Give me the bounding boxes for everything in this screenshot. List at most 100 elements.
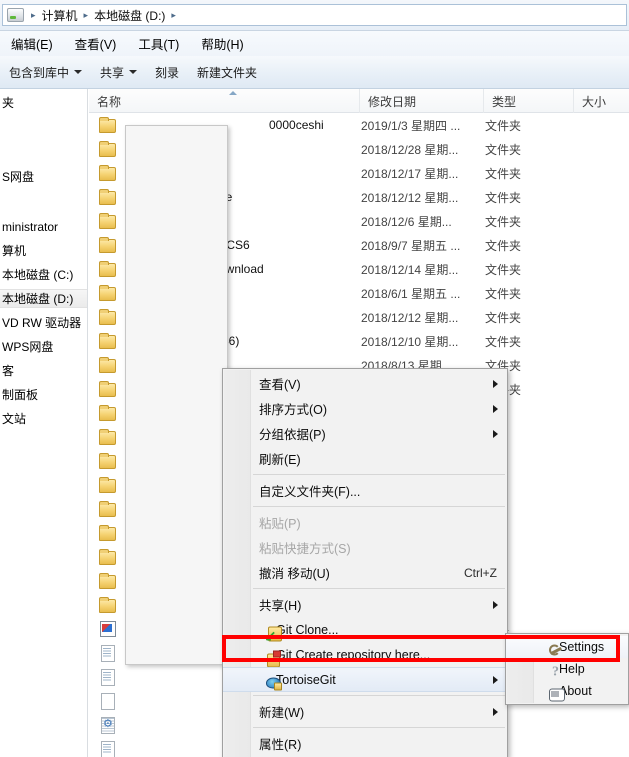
context-menu-item-14[interactable]: TortoiseGit [223, 667, 507, 692]
nav-item-label: S网盘 [2, 170, 35, 184]
file-type: 文件夹 [485, 334, 522, 349]
chevron-right-icon [493, 379, 498, 388]
nav-item-label: 文站 [2, 412, 27, 426]
toolbar-include-in-library[interactable]: 包含到库中 [0, 61, 91, 84]
nav-item-5[interactable]: 本地磁盘 (D:) [0, 289, 87, 308]
context-menu-item-11[interactable]: 共享(H) [223, 592, 507, 617]
toolbar-include-in-library-label: 包含到库中 [9, 65, 70, 80]
file-date-modified: 2018/12/6 星期... [361, 214, 452, 229]
file-type: 文件夹 [485, 286, 522, 301]
file-date-modified: 2019/1/3 星期四 ... [361, 118, 461, 133]
chevron-right-icon [493, 675, 498, 684]
context-menu-item-5[interactable]: 自定义文件夹(F)... [223, 478, 507, 503]
file-date-modified: 2018/12/10 星期... [361, 334, 459, 349]
context-menu-item-label: 查看(V) [259, 378, 301, 392]
doc-icon [99, 668, 117, 686]
column-header-label: 类型 [492, 94, 517, 109]
nav-item-9[interactable]: 制面板 [0, 385, 87, 404]
folder-icon [99, 308, 117, 326]
menu-tools[interactable]: 工具(T) [127, 32, 190, 55]
doc-icon [99, 644, 117, 662]
context-menu-item-2[interactable]: 分组依据(P) [223, 421, 507, 446]
submenu-item-about[interactable]: About [506, 680, 628, 702]
address-bar: ▸ 计算机 ▸ 本地磁盘 (D:) ▸ [0, 0, 629, 31]
nav-item-4[interactable]: 本地磁盘 (C:) [0, 265, 87, 284]
nav-item-8[interactable]: 客 [0, 361, 87, 380]
nav-item-label: 制面板 [2, 388, 39, 402]
menu-edit[interactable]: 编辑(E) [0, 32, 64, 55]
toolbar-burn[interactable]: 刻录 [146, 61, 188, 84]
breadcrumb-separator-2: ▸ [171, 9, 176, 20]
folder-icon [99, 332, 117, 350]
context-menu-item-label: 粘贴快捷方式(S) [259, 542, 351, 556]
nav-item-6[interactable]: VD RW 驱动器 [0, 313, 87, 332]
column-header-0[interactable]: 名称 [89, 89, 359, 113]
breadcrumb-separator-0: ▸ [31, 9, 36, 20]
breadcrumb-item-local-disk-d[interactable]: 本地磁盘 (D:) [92, 7, 167, 24]
context-menu-item-16[interactable]: 新建(W) [223, 699, 507, 724]
file-type: 文件夹 [485, 118, 522, 133]
nav-item-3[interactable]: 算机 [0, 241, 87, 260]
toolbar-share[interactable]: 共享 [91, 61, 146, 84]
nav-item-0[interactable]: 夹 [0, 93, 87, 112]
folder-icon [99, 284, 117, 302]
menu-help[interactable]: 帮助(H) [190, 32, 254, 55]
context-menu-item-label: 分组依据(P) [259, 428, 326, 442]
folder-icon [99, 596, 117, 614]
submenu-item-help[interactable]: Help [506, 658, 628, 680]
folder-icon [99, 476, 117, 494]
breadcrumb-item-computer[interactable]: 计算机 [40, 7, 80, 24]
context-menu-item-9[interactable]: 撤消 移动(U) Ctrl+Z [223, 560, 507, 585]
folder-icon [99, 260, 117, 278]
nav-item-7[interactable]: WPS网盘 [0, 337, 87, 356]
chevron-right-icon [493, 404, 498, 413]
submenu-item-label: Settings [559, 640, 605, 654]
folder-icon [99, 500, 117, 518]
nav-item-label: 客 [2, 364, 15, 378]
context-menu-item-label: 共享(H) [259, 599, 302, 613]
context-menu-item-13[interactable]: Git Create repository here... [223, 642, 507, 667]
submenu-item-settings[interactable]: Settings [506, 636, 628, 658]
toolbar-new-folder[interactable]: 新建文件夹 [188, 61, 266, 84]
file-name: 0000ceshi [269, 118, 324, 132]
address-input[interactable]: ▸ 计算机 ▸ 本地磁盘 (D:) ▸ [2, 4, 627, 26]
drive-icon [7, 8, 24, 22]
file-date-modified: 2018/12/28 星期... [361, 142, 459, 157]
context-menu-item-18[interactable]: 属性(R) [223, 731, 507, 756]
folder-icon [99, 356, 117, 374]
folder-icon [99, 236, 117, 254]
chevron-right-icon [493, 707, 498, 716]
context-menu-item-8: 粘贴快捷方式(S) [223, 535, 507, 560]
tortoisegit-submenu: Settings HelpAbout [505, 633, 629, 705]
column-header-3[interactable]: 大小 [573, 89, 629, 113]
context-menu-item-label: 粘贴(P) [259, 517, 301, 531]
menu-bar: 编辑(E) 查看(V) 工具(T) 帮助(H) [0, 31, 629, 56]
chevron-down-icon [74, 70, 83, 74]
context-menu-item-1[interactable]: 排序方式(O) [223, 396, 507, 421]
nav-item-label: 本地磁盘 (C:) [2, 268, 74, 282]
file-type: 文件夹 [485, 190, 522, 205]
nav-item-label: VD RW 驱动器 [2, 316, 82, 330]
context-menu-item-label: 新建(W) [259, 706, 305, 720]
context-menu-separator [253, 506, 505, 507]
context-menu-separator [253, 695, 505, 696]
nav-item-2[interactable]: ministrator [0, 217, 87, 236]
context-menu-item-0[interactable]: 查看(V) [223, 371, 507, 396]
folder-icon [99, 188, 117, 206]
menu-view[interactable]: 查看(V) [64, 32, 128, 55]
context-menu-item-3[interactable]: 刷新(E) [223, 446, 507, 471]
context-menu-separator [253, 474, 505, 475]
file-date-modified: 2018/6/1 星期五 ... [361, 286, 461, 301]
file-date-modified: 2018/12/14 星期... [361, 262, 459, 277]
nav-item-label: 算机 [2, 244, 27, 258]
folder-icon [99, 140, 117, 158]
nav-item-10[interactable]: 文站 [0, 409, 87, 428]
git-clone-icon [264, 625, 282, 644]
context-menu-item-shortcut: Ctrl+Z [464, 565, 497, 580]
column-header-2[interactable]: 类型 [483, 89, 573, 113]
nav-item-1[interactable]: S网盘 [0, 167, 87, 186]
context-menu-item-12[interactable]: Git Clone... [223, 617, 507, 645]
context-menu-item-label: Git Clone... [276, 622, 339, 637]
blank-icon [99, 692, 117, 710]
column-header-1[interactable]: 修改日期 [359, 89, 483, 113]
